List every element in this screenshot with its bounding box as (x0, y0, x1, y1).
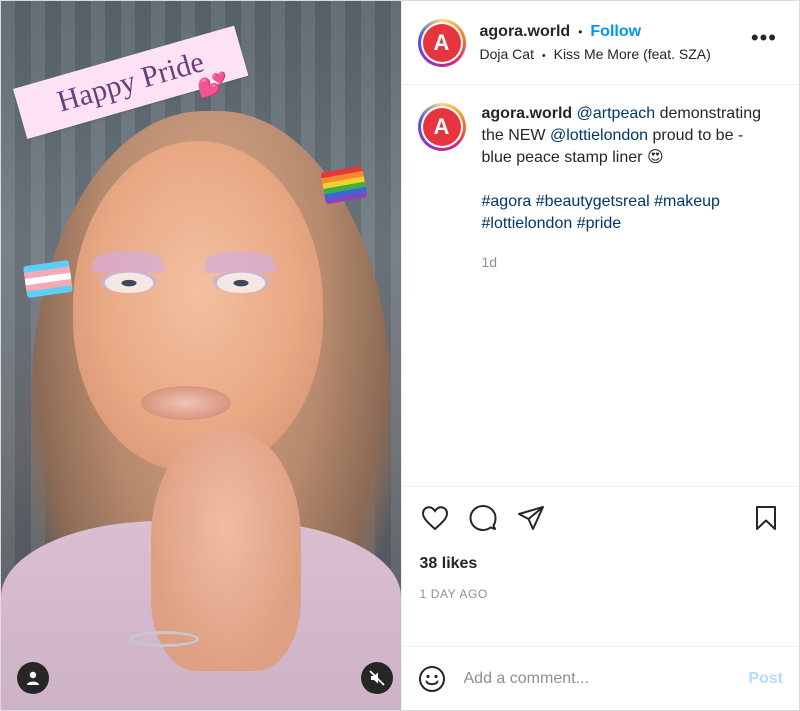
comment-bar: Post (401, 646, 799, 710)
like-button[interactable] (420, 503, 450, 533)
avatar-logo: A (422, 23, 461, 62)
paper-plane-icon (517, 506, 544, 530)
caption-avatar-ring: A (420, 106, 463, 148)
mention-lottielondon[interactable]: @lottielondon (550, 127, 648, 144)
caption-body: agora.world @artpeach demonstrating the … (482, 103, 772, 486)
avatar[interactable]: A (417, 18, 466, 67)
post-date[interactable]: 1 DAY AGO (420, 587, 782, 601)
comment-input[interactable] (461, 668, 749, 689)
mute-button[interactable] (360, 662, 393, 694)
mention-artpeach[interactable]: @artpeach (577, 105, 656, 122)
post-video[interactable]: Happy Pride 💕 (1, 1, 401, 710)
hearts-icon: 💕 (197, 72, 227, 99)
song-separator: • (541, 49, 546, 62)
header-row-user: agora.world • Follow (480, 21, 711, 43)
likes-count[interactable]: 38 likes (420, 555, 782, 573)
user-icon (27, 671, 39, 685)
speaker-muted-icon (368, 670, 385, 686)
more-options-icon[interactable]: ••• (751, 27, 777, 49)
hashtag-pride[interactable]: #pride (577, 215, 621, 232)
follow-button[interactable]: Follow (590, 21, 641, 43)
separator-dot: • (578, 24, 583, 39)
action-bar: 38 likes 1 DAY AGO (401, 486, 799, 646)
save-button[interactable] (751, 503, 781, 533)
tagged-users-button[interactable] (17, 662, 49, 694)
caption-text: agora.world @artpeach demonstrating the … (482, 103, 772, 169)
post-details: A agora.world • Follow Doja Cat • Kiss M… (400, 1, 800, 710)
share-button[interactable] (516, 503, 546, 533)
comment-icon (469, 505, 496, 531)
eye-right (213, 271, 269, 293)
comment-button[interactable] (468, 503, 498, 533)
ring (129, 631, 199, 647)
hashtag-lottielondon[interactable]: #lottielondon (482, 215, 573, 232)
instagram-post: Happy Pride 💕 A agora.world • Follow Doj… (0, 0, 800, 711)
hashtag-agora[interactable]: #agora (482, 193, 532, 210)
eyeshadow-right (205, 251, 275, 273)
hashtag-beautygetsreal[interactable]: #beautygetsreal (536, 193, 650, 210)
song-title[interactable]: Kiss Me More (feat. SZA) (554, 46, 711, 62)
post-comment-button[interactable]: Post (748, 670, 783, 688)
bookmark-icon (756, 506, 776, 530)
caption-avatar[interactable]: A (417, 103, 466, 151)
heart-icon (421, 506, 448, 531)
action-icons (420, 503, 782, 533)
caption: A agora.world @artpeach demonstrating th… (402, 85, 800, 486)
hashtags: #agora #beautygetsreal #makeup #lottielo… (482, 191, 772, 235)
caption-timestamp[interactable]: 1d (482, 251, 772, 273)
emoji-icon[interactable] (418, 665, 446, 693)
audio-info[interactable]: Doja Cat • Kiss Me More (feat. SZA) (480, 45, 711, 64)
eyeshadow-left (93, 251, 163, 273)
username-link[interactable]: agora.world (480, 21, 571, 43)
eye-left (101, 271, 157, 293)
post-header: A agora.world • Follow Doja Cat • Kiss M… (401, 1, 799, 85)
trans-flag-icon (22, 259, 74, 299)
lips (141, 386, 231, 420)
header-text: agora.world • Follow Doja Cat • Kiss Me … (480, 21, 711, 63)
caption-avatar-logo: A (422, 108, 461, 146)
avatar-ring: A (420, 21, 463, 64)
caption-username[interactable]: agora.world (482, 105, 573, 122)
heart-eyes-emoji-icon: 😍 (646, 149, 664, 166)
hashtag-makeup[interactable]: #makeup (654, 193, 720, 210)
artist-name[interactable]: Doja Cat (480, 46, 534, 62)
face (73, 141, 323, 471)
